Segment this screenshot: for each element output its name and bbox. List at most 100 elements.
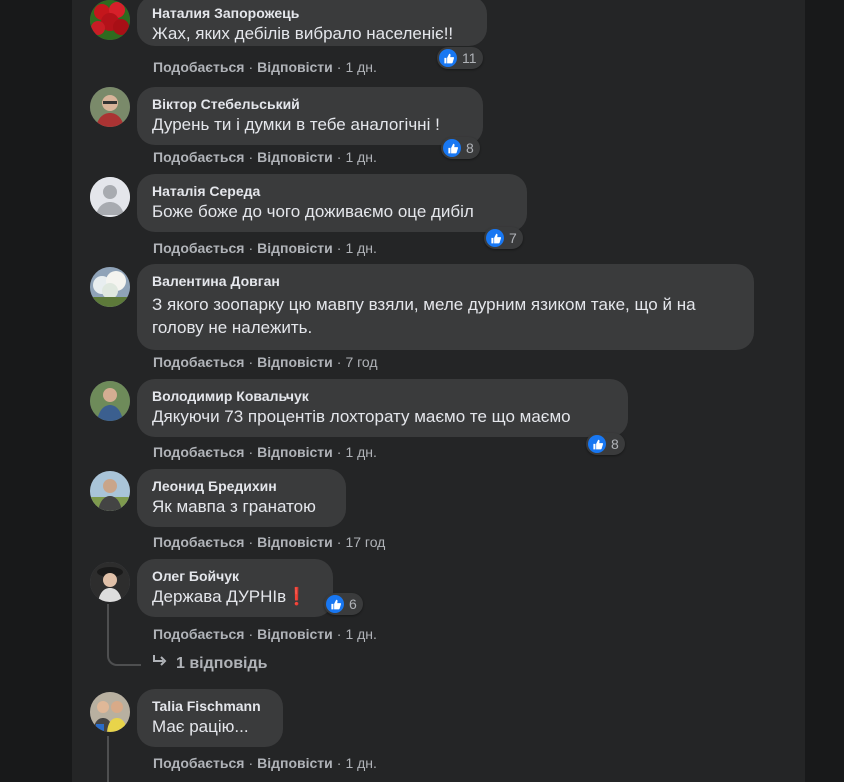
comment-author[interactable]: Валентина Довган	[152, 272, 742, 290]
reply-link[interactable]: Відповісти	[257, 240, 333, 256]
like-count-badge[interactable]: 11	[437, 47, 483, 69]
separator: ·	[248, 354, 254, 370]
thread-line	[107, 736, 109, 782]
comment-author[interactable]: Наталия Запорожець	[152, 4, 475, 22]
like-count-badge[interactable]: 6	[324, 593, 363, 615]
view-replies-link[interactable]: 1 відповідь	[152, 654, 268, 673]
comment-actions: Подобається · Відповісти · 1 дн.	[153, 240, 377, 256]
like-link[interactable]: Подобається	[153, 354, 244, 370]
separator: ·	[336, 354, 342, 370]
like-link[interactable]: Подобається	[153, 240, 244, 256]
comment-time[interactable]: 17 год	[345, 534, 385, 550]
reply-link[interactable]: Відповісти	[257, 59, 333, 75]
separator: ·	[336, 444, 342, 460]
comment-actions: Подобається · Відповісти · 1 дн.	[153, 59, 377, 75]
comment-time[interactable]: 1 дн.	[345, 626, 376, 642]
reply-link[interactable]: Відповісти	[257, 354, 333, 370]
separator: ·	[248, 626, 254, 642]
separator: ·	[248, 240, 254, 256]
reply-link[interactable]: Відповісти	[257, 149, 333, 165]
comment-text: Держава ДУРНІв❗	[152, 585, 321, 608]
comment-author[interactable]: Олег Бойчук	[152, 567, 321, 585]
separator: ·	[336, 534, 342, 550]
reply-link[interactable]: Відповісти	[257, 626, 333, 642]
thumbs-up-icon	[588, 435, 606, 453]
separator: ·	[248, 59, 254, 75]
like-count: 8	[466, 140, 474, 156]
like-count-badge[interactable]: 7	[484, 227, 523, 249]
comment-text: Боже боже до чого доживаємо оце дибіл	[152, 202, 474, 221]
like-link[interactable]: Подобається	[153, 149, 244, 165]
comment-time[interactable]: 1 дн.	[345, 240, 376, 256]
like-count: 7	[509, 230, 517, 246]
comment-author[interactable]: Володимир Ковальчук	[152, 387, 616, 405]
thumbs-up-icon	[439, 49, 457, 67]
comment-bubble: Валентина Довган З якого зоопарку цю мав…	[137, 264, 754, 350]
comment-actions: Подобається · Відповісти · 1 дн.	[153, 626, 377, 642]
comment-text: Має рацію...	[152, 717, 249, 736]
man-hat-avatar[interactable]	[90, 562, 130, 602]
thread-curve	[107, 644, 141, 666]
comment-actions: Подобається · Відповісти · 1 дн.	[153, 444, 377, 460]
comment-bubble: Talia Fischmann Має рацію...	[137, 689, 283, 747]
replies-count-label: 1 відповідь	[176, 655, 268, 672]
comment-bubble: Віктор Стебельський Дурень ти і думки в …	[137, 87, 483, 145]
default-avatar[interactable]	[90, 177, 130, 217]
reply-link[interactable]: Відповісти	[257, 534, 333, 550]
thumbs-up-icon	[326, 595, 344, 613]
thumbs-up-icon	[443, 139, 461, 157]
comment-text-body: Держава ДУРНІв	[152, 587, 287, 606]
comment-author[interactable]: Наталія Середа	[152, 182, 515, 200]
separator: ·	[336, 59, 342, 75]
like-link[interactable]: Подобається	[153, 626, 244, 642]
exclamation-emoji: ❗	[286, 587, 308, 606]
like-link[interactable]: Подобається	[153, 444, 244, 460]
comment-text: З якого зоопарку цю мавпу взяли, меле ду…	[152, 295, 696, 337]
comment-text: Як мавпа з гранатою	[152, 497, 316, 516]
reply-arrow-icon	[152, 654, 168, 673]
comment-time[interactable]: 1 дн.	[345, 755, 376, 771]
separator: ·	[248, 534, 254, 550]
comment-time[interactable]: 1 дн.	[345, 149, 376, 165]
comment-actions: Подобається · Відповісти · 1 дн.	[153, 149, 377, 165]
man-field-avatar[interactable]	[90, 471, 130, 511]
comment-author[interactable]: Віктор Стебельський	[152, 95, 471, 113]
separator: ·	[248, 444, 254, 460]
comment-bubble: Володимир Ковальчук Дякуючи 73 процентів…	[137, 379, 628, 437]
comment-text: Дякуючи 73 процентів лохторату маємо те …	[152, 407, 571, 426]
like-link[interactable]: Подобається	[153, 59, 244, 75]
separator: ·	[248, 755, 254, 771]
comment-actions: Подобається · Відповісти · 17 год	[153, 534, 385, 550]
like-count-badge[interactable]: 8	[586, 433, 625, 455]
like-link[interactable]: Подобається	[153, 534, 244, 550]
man-outdoor-avatar[interactable]	[90, 381, 130, 421]
roses-avatar[interactable]	[90, 0, 130, 40]
separator: ·	[336, 240, 342, 256]
like-count-badge[interactable]: 8	[441, 137, 480, 159]
like-count: 6	[349, 596, 357, 612]
like-count: 11	[462, 50, 477, 66]
separator: ·	[336, 626, 342, 642]
comment-author[interactable]: Talia Fischmann	[152, 697, 271, 715]
like-link[interactable]: Подобається	[153, 755, 244, 771]
man-glasses-avatar[interactable]	[90, 87, 130, 127]
couple-avatar[interactable]	[90, 692, 130, 732]
comment-author[interactable]: Леонид Бредихин	[152, 477, 334, 495]
separator: ·	[336, 755, 342, 771]
separator: ·	[336, 149, 342, 165]
comment-time[interactable]: 7 год	[345, 354, 377, 370]
comment-bubble: Наталія Середа Боже боже до чого доживає…	[137, 174, 527, 232]
separator: ·	[248, 149, 254, 165]
comment-actions: Подобається · Відповісти · 1 дн.	[153, 755, 377, 771]
comment-text: Дурень ти і думки в тебе аналогічні !	[152, 115, 440, 134]
comment-time[interactable]: 1 дн.	[345, 444, 376, 460]
comment-actions: Подобається · Відповісти · 7 год	[153, 354, 378, 370]
like-count: 8	[611, 436, 619, 452]
comment-text: Жах, яких дебілів вибрало населеніє!!	[152, 24, 454, 43]
comment-bubble: Наталия Запорожець Жах, яких дебілів виб…	[137, 0, 487, 46]
comment-time[interactable]: 1 дн.	[345, 59, 376, 75]
blossom-tree-avatar[interactable]	[90, 267, 130, 307]
reply-link[interactable]: Відповісти	[257, 755, 333, 771]
comment-bubble: Олег Бойчук Держава ДУРНІв❗	[137, 559, 333, 617]
reply-link[interactable]: Відповісти	[257, 444, 333, 460]
